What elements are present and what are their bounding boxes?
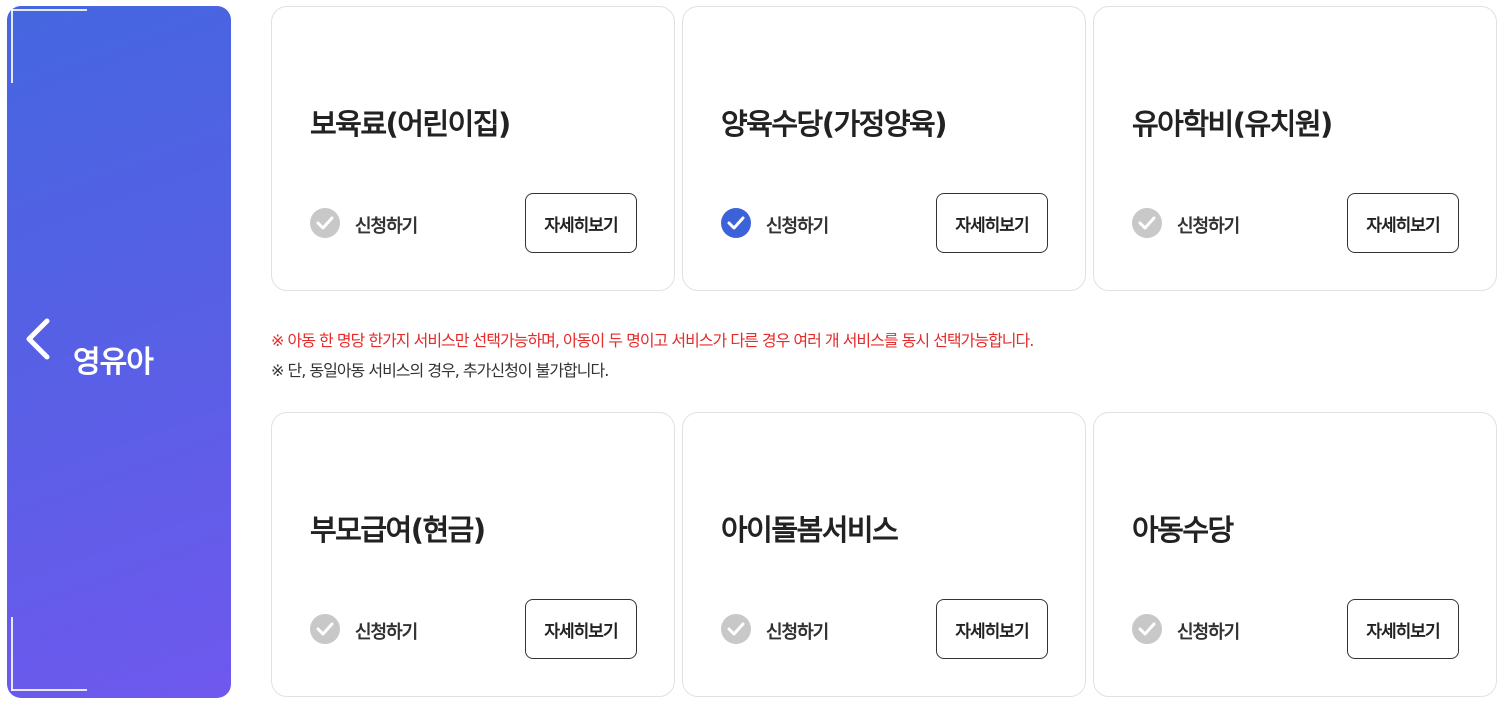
check-circle-icon[interactable] (1132, 208, 1162, 238)
frame-corner-decoration (11, 617, 13, 691)
check-circle-icon[interactable] (310, 614, 340, 644)
card-title: 유아학비(유치원) (1132, 107, 1333, 141)
card-title: 양육수당(가정양육) (721, 107, 947, 141)
service-card-home-care-allowance: 양육수당(가정양육) 신청하기 자세히보기 (682, 6, 1086, 291)
category-back-panel[interactable]: 영유아 (7, 6, 231, 698)
service-card-childcare-fee: 보육료(어린이집) 신청하기 자세히보기 (271, 6, 675, 291)
frame-corner-decoration (11, 9, 13, 83)
card-title: 부모급여(현금) (310, 513, 486, 547)
frame-corner-decoration (11, 9, 87, 11)
card-title: 보육료(어린이집) (310, 107, 511, 141)
notice-secondary: ※ 단, 동일아동 서비스의 경우, 추가신청이 불가합니다. (271, 361, 609, 380)
details-button[interactable]: 자세히보기 (1347, 599, 1459, 659)
details-button[interactable]: 자세히보기 (1347, 193, 1459, 253)
category-label: 영유아 (73, 345, 154, 380)
card-title: 아이돌봄서비스 (721, 513, 899, 547)
service-card-kindergarten-fee: 유아학비(유치원) 신청하기 자세히보기 (1093, 6, 1497, 291)
chevron-left-icon[interactable] (21, 311, 53, 367)
details-button[interactable]: 자세히보기 (936, 193, 1048, 253)
service-card-child-care-service: 아이돌봄서비스 신청하기 자세히보기 (682, 412, 1086, 697)
apply-checkbox-label[interactable]: 신청하기 (355, 212, 418, 238)
service-card-parent-benefit: 부모급여(현금) 신청하기 자세히보기 (271, 412, 675, 697)
apply-checkbox-label[interactable]: 신청하기 (1177, 212, 1240, 238)
apply-checkbox-label[interactable]: 신청하기 (766, 618, 829, 644)
card-title: 아동수당 (1132, 513, 1234, 547)
check-circle-icon[interactable] (1132, 614, 1162, 644)
details-button[interactable]: 자세히보기 (936, 599, 1048, 659)
check-circle-icon[interactable] (721, 614, 751, 644)
notice-primary: ※ 아동 한 명당 한가지 서비스만 선택가능하며, 아동이 두 명이고 서비스… (271, 331, 1034, 350)
apply-checkbox-label[interactable]: 신청하기 (1177, 618, 1240, 644)
details-button[interactable]: 자세히보기 (525, 193, 637, 253)
frame-corner-decoration (11, 689, 87, 691)
page: 영유아 보육료(어린이집) 신청하기 자세히보기 양육수당(가정양육) 신청하기… (0, 0, 1502, 705)
check-circle-icon[interactable] (310, 208, 340, 238)
apply-checkbox-label[interactable]: 신청하기 (355, 618, 418, 644)
details-button[interactable]: 자세히보기 (525, 599, 637, 659)
service-card-child-allowance: 아동수당 신청하기 자세히보기 (1093, 412, 1497, 697)
apply-checkbox-label[interactable]: 신청하기 (766, 212, 829, 238)
check-circle-icon[interactable] (721, 208, 751, 238)
